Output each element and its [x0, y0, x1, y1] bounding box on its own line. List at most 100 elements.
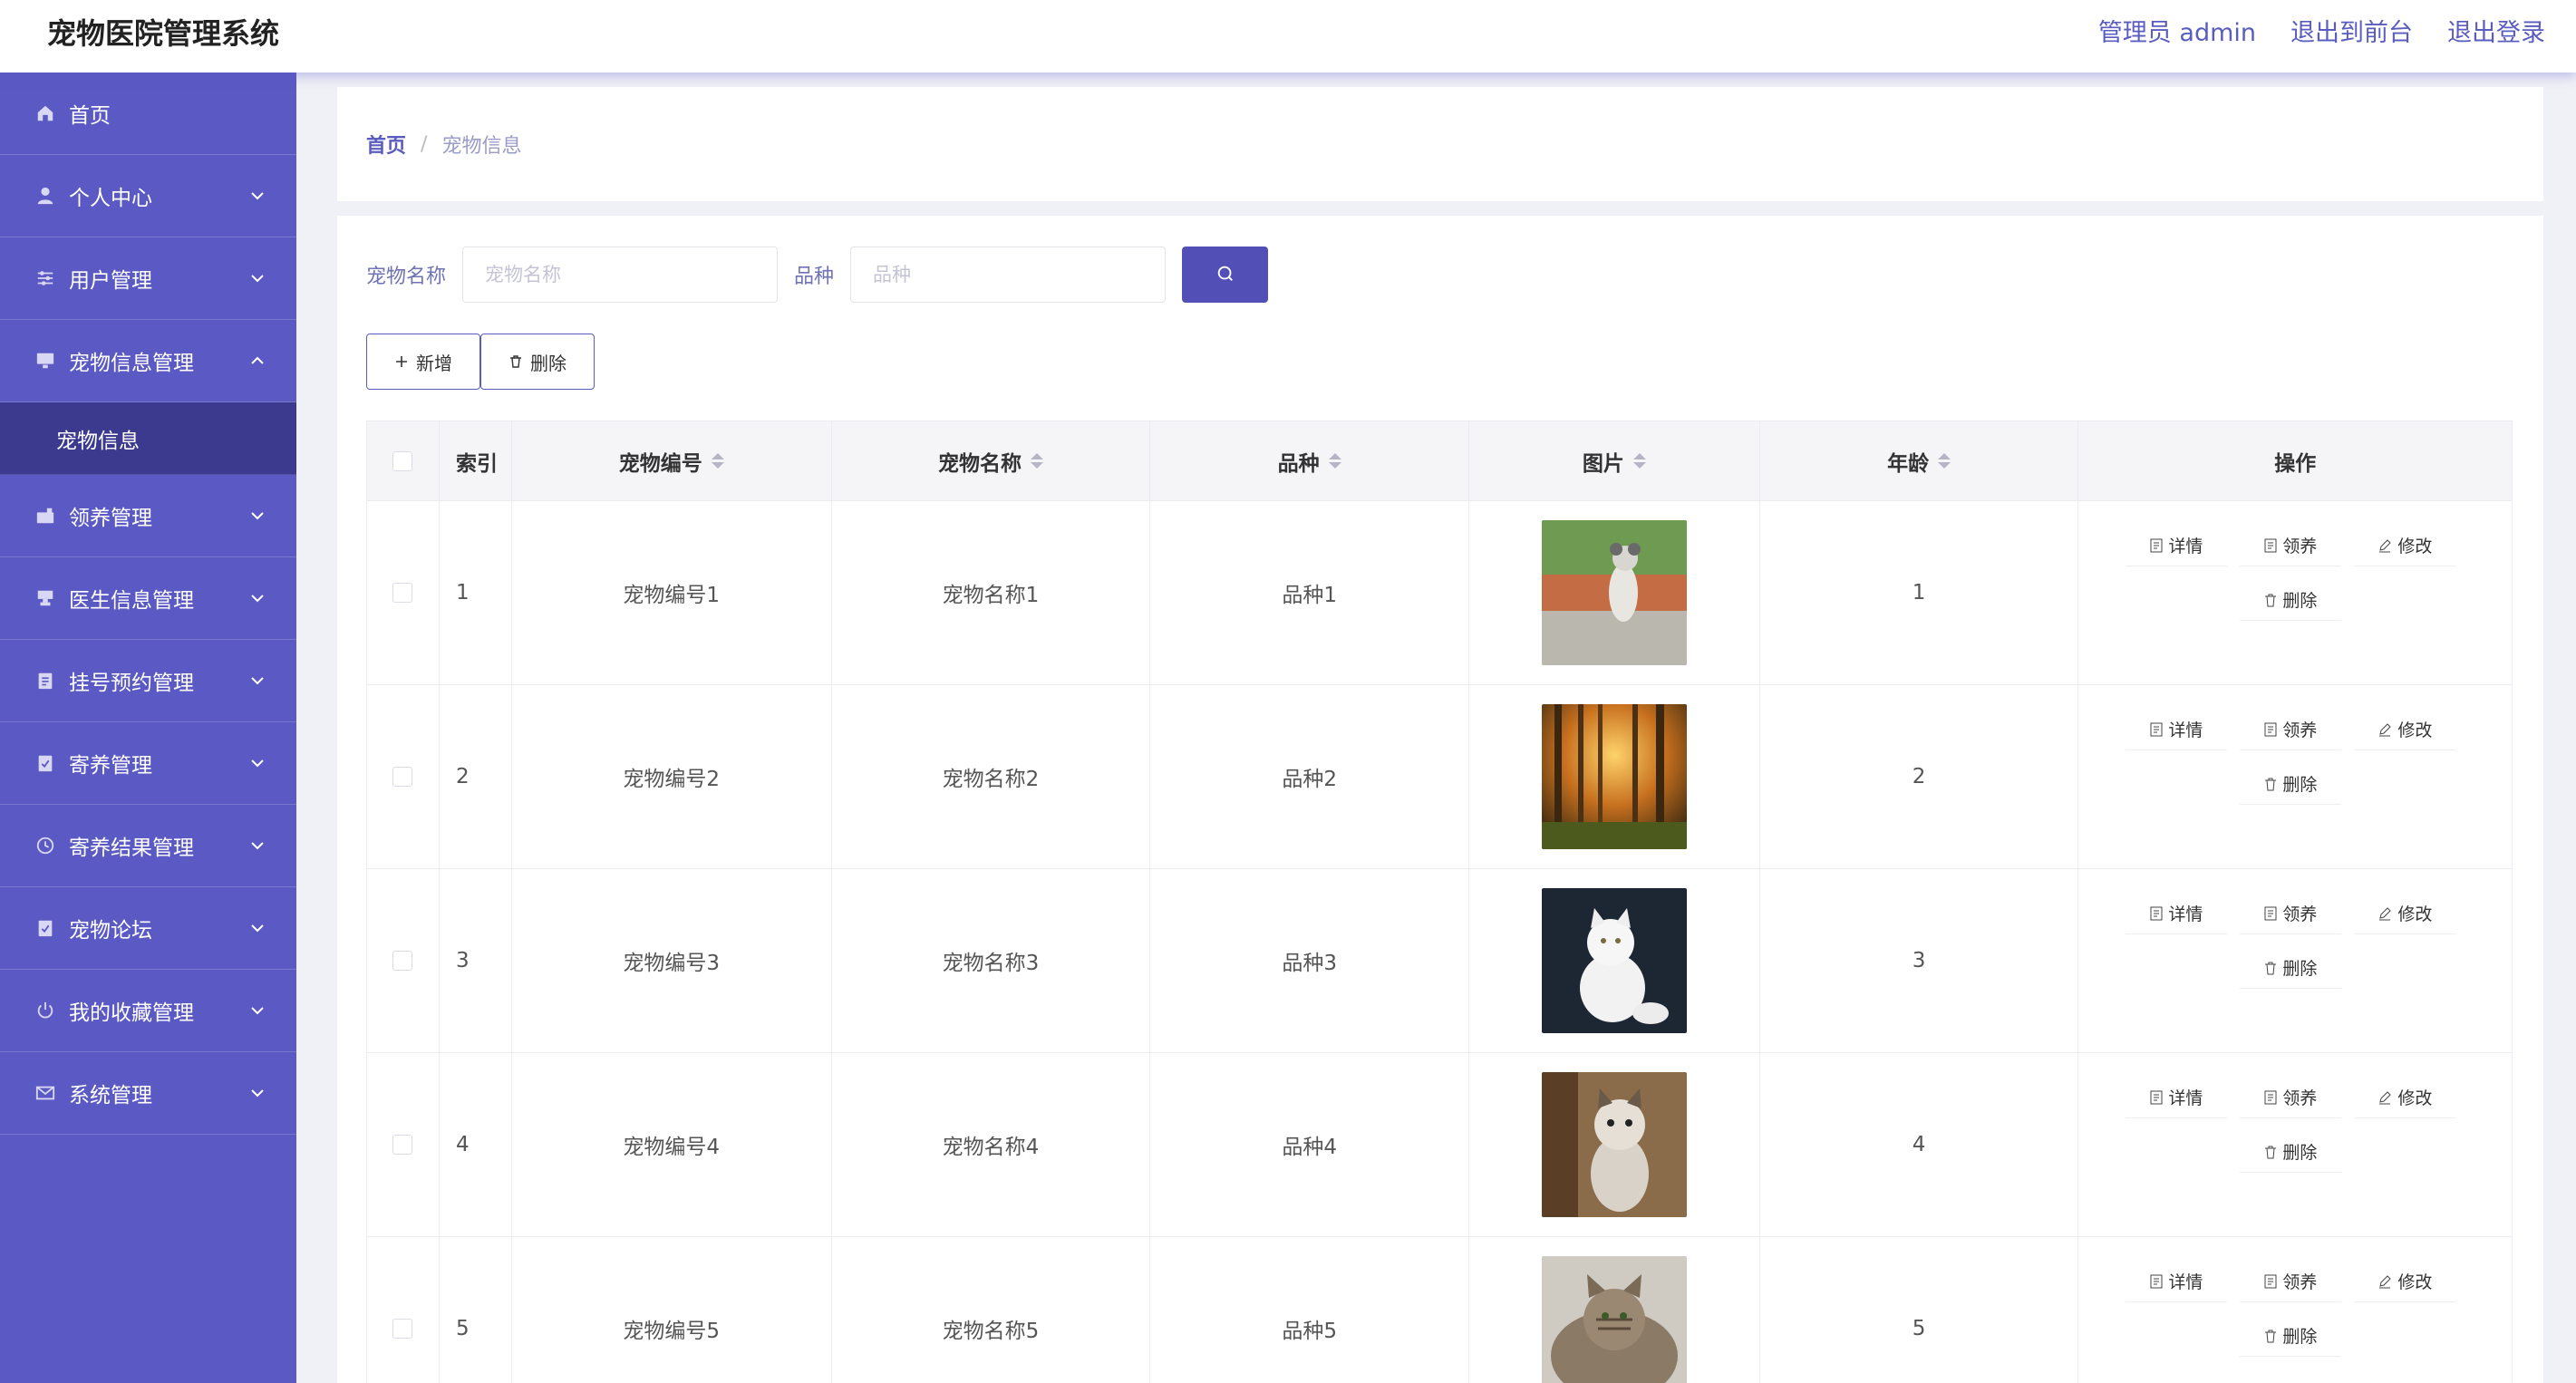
- row-index: 1: [440, 501, 512, 684]
- row-checkbox[interactable]: [392, 1135, 413, 1155]
- row-checkbox[interactable]: [392, 951, 413, 971]
- doc-icon: [2264, 722, 2277, 737]
- sidebar-item-personal[interactable]: 个人中心: [0, 155, 296, 237]
- sidebar-item-users[interactable]: 用户管理: [0, 237, 296, 320]
- stamp-icon: [34, 587, 56, 609]
- row-breed: 品种3: [1150, 869, 1469, 1052]
- adopt-button[interactable]: 领养: [2240, 1077, 2342, 1118]
- adopt-button[interactable]: 领养: [2240, 1261, 2342, 1302]
- breadcrumb: 首页 / 宠物信息: [337, 87, 2543, 201]
- white-cat-photo[interactable]: [1541, 888, 1687, 1033]
- dog-photo[interactable]: [1541, 520, 1687, 665]
- row-delete-button[interactable]: 删除: [2240, 1315, 2342, 1357]
- chevron-down-icon: [249, 837, 266, 854]
- table-row: 3 宠物编号3 宠物名称3 品种3 3 详情 领养 修改 删除: [367, 869, 2512, 1053]
- detail-button[interactable]: 详情: [2126, 709, 2228, 750]
- row-delete-button[interactable]: 删除: [2240, 763, 2342, 805]
- sidebar-item-doctors[interactable]: 医生信息管理: [0, 557, 296, 640]
- detail-label: 详情: [2168, 904, 2203, 924]
- edit-button[interactable]: 修改: [2354, 525, 2456, 566]
- detail-button[interactable]: 详情: [2126, 525, 2228, 566]
- header-breed-label: 品种: [1277, 451, 1320, 476]
- sidebar-item-label: 挂号预约管理: [69, 672, 194, 695]
- pencil-icon: [2377, 538, 2392, 553]
- sort-icon[interactable]: [1632, 453, 1646, 469]
- add-button[interactable]: 新增: [366, 334, 480, 390]
- sidebar-item-label: 寄养结果管理: [69, 837, 194, 860]
- sort-icon[interactable]: [1030, 453, 1043, 469]
- chevron-up-icon: [249, 353, 266, 369]
- row-delete-button[interactable]: 删除: [2240, 947, 2342, 989]
- header-age[interactable]: 年龄: [1760, 421, 2079, 500]
- row-name: 宠物名称2: [832, 685, 1151, 868]
- logout-link[interactable]: 退出登录: [2447, 13, 2545, 48]
- sort-icon[interactable]: [711, 453, 724, 469]
- pet-name-input[interactable]: [462, 247, 779, 303]
- breadcrumb-home[interactable]: 首页: [366, 130, 406, 159]
- submenu-pet-info[interactable]: 宠物信息: [0, 402, 296, 475]
- edit-button[interactable]: 修改: [2354, 1261, 2456, 1302]
- trash-icon: [2264, 1329, 2277, 1343]
- doc-icon: [2264, 1274, 2277, 1289]
- row-checkbox[interactable]: [392, 767, 413, 787]
- header-index: 索引: [440, 421, 512, 500]
- edit-button[interactable]: 修改: [2354, 893, 2456, 934]
- adopt-button[interactable]: 领养: [2240, 525, 2342, 566]
- row-checkbox[interactable]: [392, 1319, 413, 1339]
- header-name-label: 宠物名称: [937, 451, 1022, 476]
- search-button[interactable]: [1182, 247, 1269, 303]
- row-delete-button[interactable]: 删除: [2240, 1131, 2342, 1173]
- sidebar-item-system[interactable]: 系统管理: [0, 1052, 296, 1135]
- table-header: 索引 宠物编号 宠物名称 品种 图片 年龄 操作: [367, 421, 2512, 501]
- sidebar-item-label: 用户管理: [69, 269, 152, 293]
- plus-icon: [394, 354, 409, 369]
- sort-icon[interactable]: [1938, 453, 1951, 469]
- row-code: 宠物编号1: [512, 501, 832, 684]
- sidebar-item-appointments[interactable]: 挂号预约管理: [0, 640, 296, 722]
- row-checkbox[interactable]: [392, 583, 413, 603]
- sidebar-item-favorites[interactable]: 我的收藏管理: [0, 970, 296, 1052]
- edit-button[interactable]: 修改: [2354, 709, 2456, 750]
- doc-icon: [2150, 1274, 2163, 1289]
- sidebar-item-home[interactable]: 首页: [0, 73, 296, 155]
- edit-label: 修改: [2397, 1272, 2433, 1292]
- doc-icon: [2150, 538, 2163, 553]
- header-breed[interactable]: 品种: [1150, 421, 1469, 500]
- edit-button[interactable]: 修改: [2354, 1077, 2456, 1118]
- sidebar-item-boarding[interactable]: 寄养管理: [0, 722, 296, 805]
- adopt-button[interactable]: 领养: [2240, 709, 2342, 750]
- row-breed: 品种5: [1150, 1237, 1469, 1383]
- sidebar-item-pet-info[interactable]: 宠物信息管理: [0, 320, 296, 402]
- admin-label[interactable]: 管理员 admin: [2098, 13, 2256, 48]
- front-link[interactable]: 退出到前台: [2290, 13, 2413, 48]
- header-code[interactable]: 宠物编号: [512, 421, 832, 500]
- tabby-cat-photo[interactable]: [1541, 1256, 1687, 1383]
- briefcase-icon: [34, 505, 56, 527]
- home-icon: [34, 102, 56, 124]
- edit-label: 修改: [2397, 1088, 2433, 1108]
- detail-button[interactable]: 详情: [2126, 893, 2228, 934]
- header-name[interactable]: 宠物名称: [832, 421, 1151, 500]
- row-code: 宠物编号4: [512, 1053, 832, 1236]
- sidebar-item-adoption[interactable]: 领养管理: [0, 475, 296, 557]
- sidebar-item-forum[interactable]: 宠物论坛: [0, 887, 296, 970]
- select-all-checkbox[interactable]: [392, 450, 413, 471]
- breed-input[interactable]: [850, 247, 1167, 303]
- trash-icon: [2264, 961, 2277, 975]
- detail-label: 详情: [2168, 1088, 2203, 1108]
- header-image[interactable]: 图片: [1469, 421, 1760, 500]
- row-code: 宠物编号3: [512, 869, 832, 1052]
- delete-button[interactable]: 删除: [480, 334, 595, 390]
- detail-button[interactable]: 详情: [2126, 1077, 2228, 1118]
- sort-icon[interactable]: [1328, 453, 1341, 469]
- row-delete-button[interactable]: 删除: [2240, 579, 2342, 621]
- delete-button-label: 删除: [530, 352, 567, 374]
- sidebar-item-label: 系统管理: [69, 1084, 152, 1107]
- sitting-cat-photo[interactable]: [1541, 1072, 1687, 1217]
- forest-photo[interactable]: [1541, 704, 1687, 849]
- sidebar-item-boarding-results[interactable]: 寄养结果管理: [0, 805, 296, 887]
- sliders-icon: [34, 267, 56, 289]
- row-age: 2: [1760, 685, 2079, 868]
- detail-button[interactable]: 详情: [2126, 1261, 2228, 1302]
- adopt-button[interactable]: 领养: [2240, 893, 2342, 934]
